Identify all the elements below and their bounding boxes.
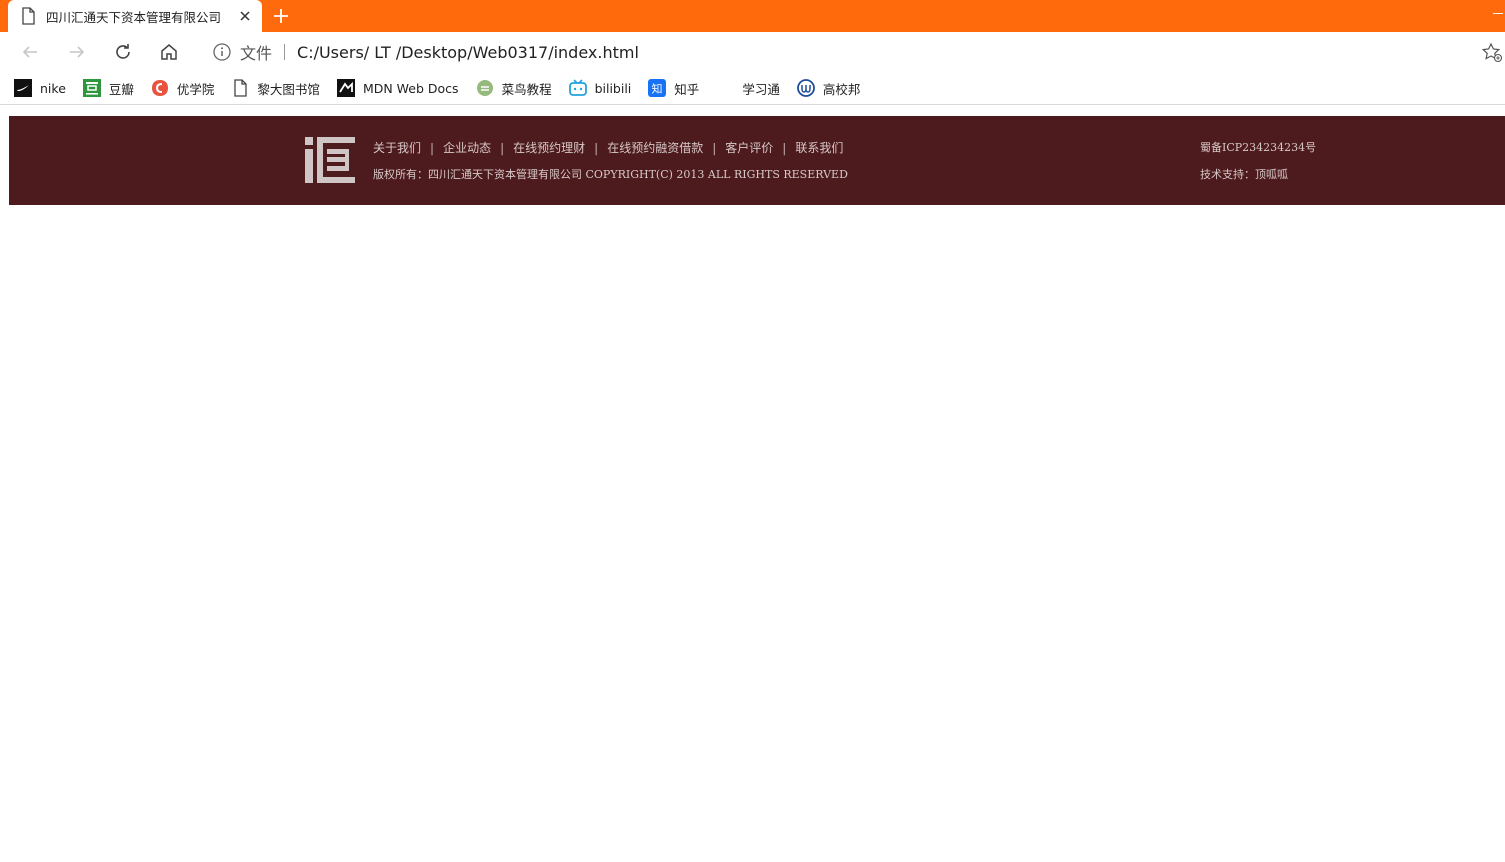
gaoxiaobang-icon <box>796 79 815 97</box>
url-text[interactable]: C:/Users/ LT /Desktop/Web0317/index.html <box>297 43 639 62</box>
bookmark-label: bilibili <box>594 80 632 96</box>
bookmark-label: 知乎 <box>674 81 700 97</box>
bookmark-gaoxiaobang[interactable]: 高校邦 <box>796 79 861 98</box>
address-scheme-label: 文件 <box>240 44 273 63</box>
bookmark-douban[interactable]: 豆瓣 <box>82 79 134 98</box>
close-tab-icon[interactable] <box>234 5 256 27</box>
company-logo <box>305 137 355 183</box>
browser-tab[interactable]: 四川汇通天下资本管理有限公司 <box>8 0 262 32</box>
svg-text:知: 知 <box>652 82 663 96</box>
icp-number: 蜀备ICP234234234号 <box>1200 141 1317 154</box>
footer-link-contact[interactable]: 联系我们 <box>795 139 843 156</box>
plus-icon <box>274 9 288 23</box>
link-separator: | <box>430 140 435 155</box>
bookmark-runoob[interactable]: 菜鸟教程 <box>476 79 552 98</box>
reload-button[interactable] <box>109 38 137 66</box>
bookmark-label: 高校邦 <box>822 81 861 97</box>
browser-toolbar: 文件 C:/Users/ LT /Desktop/Web0317/index.h… <box>0 32 1505 72</box>
bookmark-label: 黎大图书馆 <box>257 81 320 97</box>
forward-button[interactable] <box>63 38 91 66</box>
footer-links: 关于我们 | 企业动态 | 在线预约理财 | 在线预约融资借款 | 客户评价 |… <box>373 139 843 156</box>
runoob-icon <box>476 79 494 97</box>
footer-link-financing[interactable]: 在线预约融资借款 <box>607 139 703 156</box>
home-button[interactable] <box>155 38 183 66</box>
arrow-right-icon <box>70 46 85 58</box>
tab-title: 四川汇通天下资本管理有限公司 <box>46 9 222 25</box>
browser-tab-strip: 四川汇通天下资本管理有限公司 <box>0 0 1505 32</box>
bookmark-xuexitong[interactable]: 学习通 <box>716 79 780 98</box>
reload-icon <box>116 44 130 59</box>
bookmark-label: MDN Web Docs <box>362 80 459 96</box>
copyright-text: 版权所有：四川汇通天下资本管理有限公司 COPYRIGHT(C) 2013 AL… <box>373 168 848 181</box>
footer-link-wealth[interactable]: 在线预约理财 <box>513 139 585 156</box>
document-icon <box>20 7 36 25</box>
arrow-left-icon <box>22 46 37 58</box>
add-favorite-icon[interactable] <box>1481 42 1503 64</box>
address-bar[interactable]: 文件 C:/Users/ LT /Desktop/Web0317/index.h… <box>200 36 1470 68</box>
bookmark-label: 菜鸟教程 <box>501 81 552 97</box>
nike-icon <box>14 79 32 97</box>
minimize-button[interactable] <box>1493 13 1503 14</box>
douban-icon <box>82 79 101 97</box>
address-divider <box>284 44 286 60</box>
page-icon <box>231 79 249 97</box>
link-separator: | <box>712 140 717 155</box>
bookmark-label: 优学院 <box>176 81 215 97</box>
bookmark-bilibili[interactable]: bilibili <box>568 79 632 97</box>
info-icon[interactable] <box>212 42 232 62</box>
bookmark-label: 学习通 <box>742 81 780 97</box>
home-icon <box>161 44 177 60</box>
zhihu-icon: 知 <box>648 79 667 97</box>
bookmark-youxueyuan[interactable]: 优学院 <box>151 79 215 98</box>
footer-link-about[interactable]: 关于我们 <box>373 139 421 156</box>
bookmark-library[interactable]: 黎大图书馆 <box>231 79 320 98</box>
bookmark-label: nike <box>40 80 66 96</box>
footer-link-reviews[interactable]: 客户评价 <box>725 139 773 156</box>
new-tab-button[interactable] <box>268 3 294 29</box>
bilibili-icon <box>568 79 587 97</box>
bookmarks-bar: nike 豆瓣 优学院 黎大图书馆 MDN Web Docs 菜鸟教程 bili… <box>0 72 1505 105</box>
link-separator: | <box>500 140 505 155</box>
page-top-spacer <box>0 106 1505 116</box>
link-separator: | <box>782 140 787 155</box>
tech-support-text: 技术支持：顶呱呱 <box>1200 168 1288 181</box>
xuexitong-icon <box>716 79 735 97</box>
mdn-icon <box>336 79 355 97</box>
footer-link-news[interactable]: 企业动态 <box>443 139 491 156</box>
bookmark-nike[interactable]: nike <box>14 79 66 97</box>
youxueyuan-icon <box>151 79 169 97</box>
bookmark-zhihu[interactable]: 知 知乎 <box>648 79 699 98</box>
bookmark-label: 豆瓣 <box>108 81 134 97</box>
site-footer: 关于我们 | 企业动态 | 在线预约理财 | 在线预约融资借款 | 客户评价 |… <box>9 116 1505 205</box>
link-separator: | <box>594 140 599 155</box>
back-button[interactable] <box>16 38 44 66</box>
bookmark-mdn[interactable]: MDN Web Docs <box>336 79 459 97</box>
